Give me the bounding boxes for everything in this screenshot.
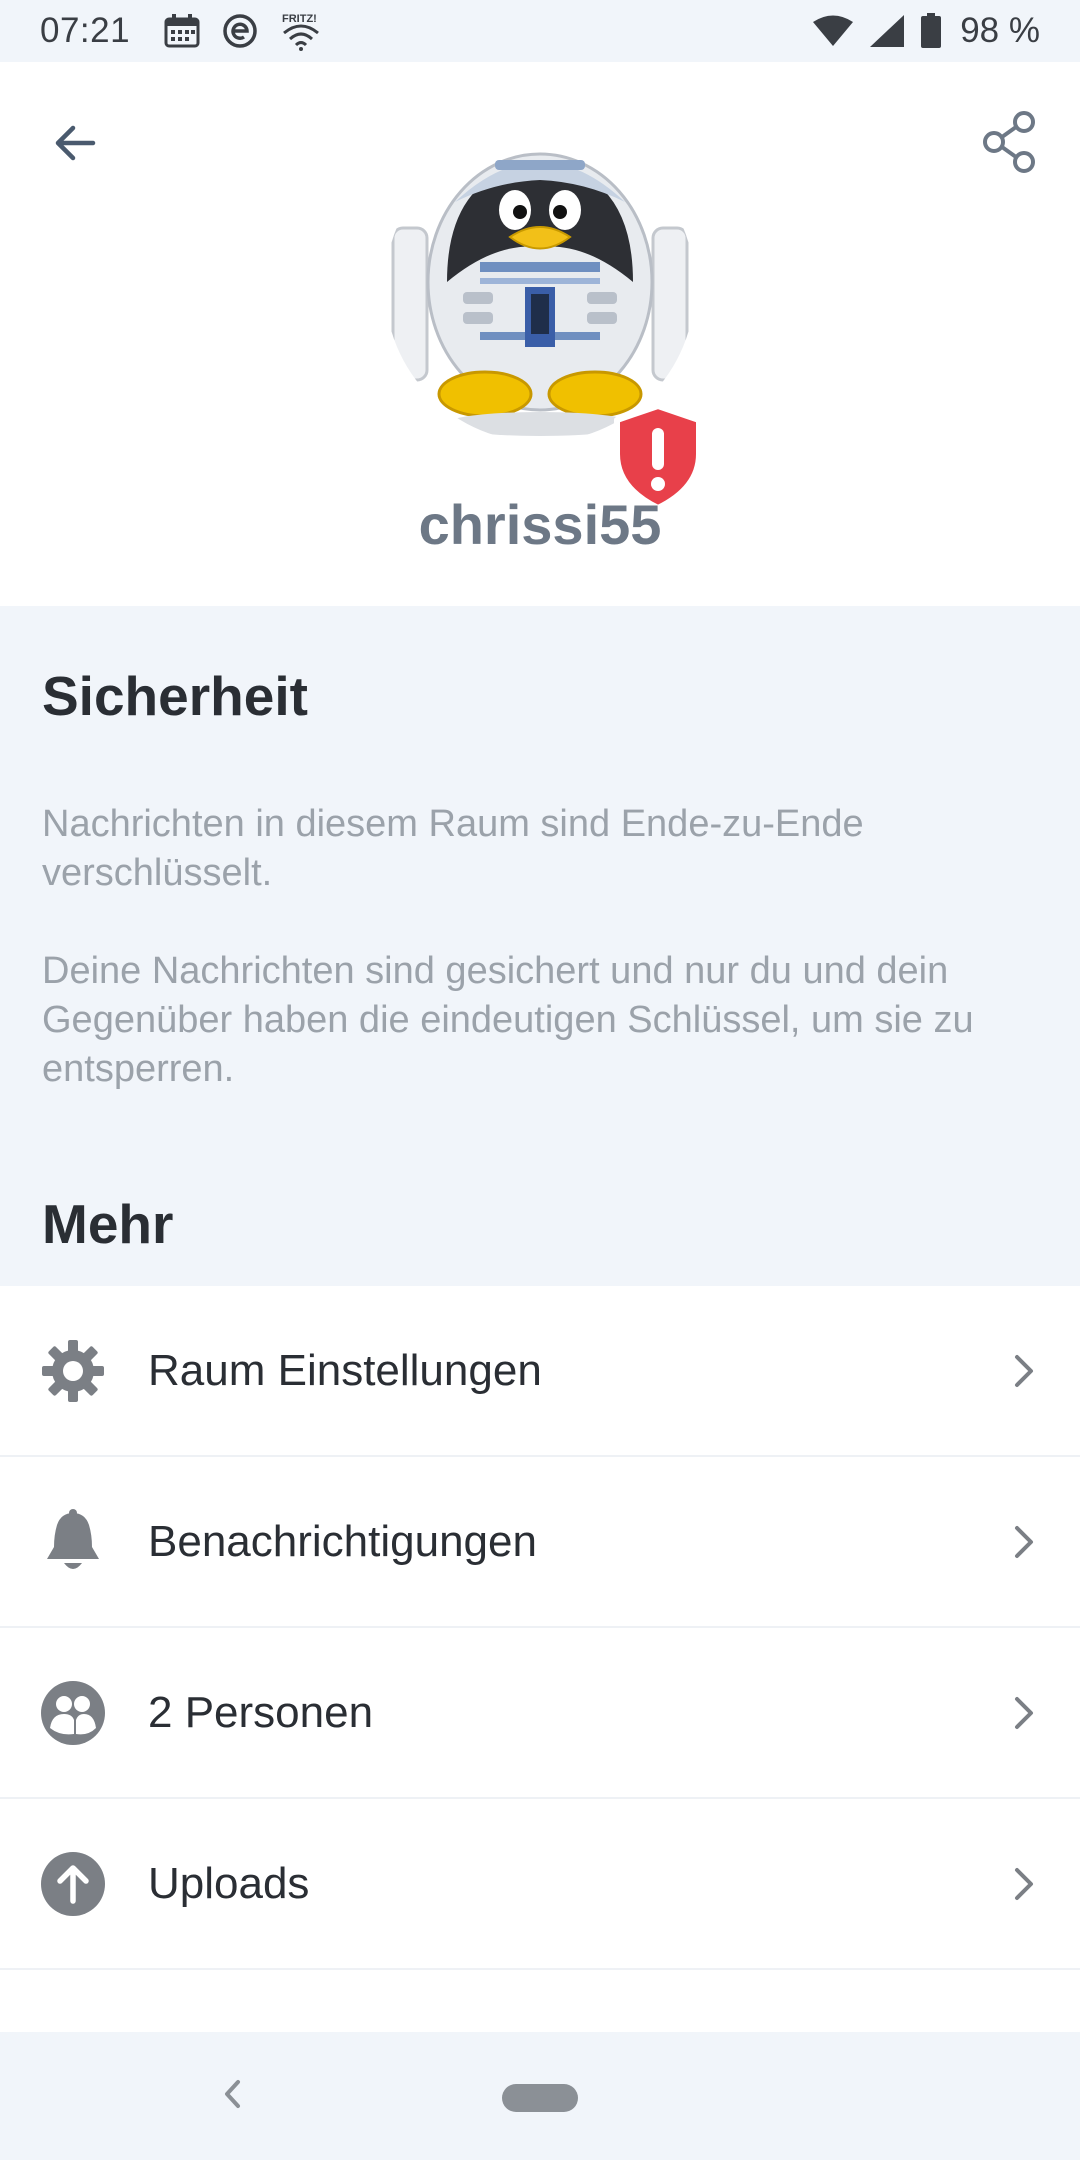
members-label: 2 Personen <box>148 1687 374 1737</box>
avatar-image <box>385 132 695 442</box>
share-button[interactable] <box>970 104 1050 184</box>
chevron-right-icon <box>1006 1864 1042 1904</box>
share-icon <box>980 110 1040 179</box>
back-button[interactable] <box>40 110 110 180</box>
upload-icon <box>40 1851 106 1917</box>
members-item[interactable]: 2 Personen <box>0 1628 1080 1799</box>
nav-home-pill[interactable] <box>502 2084 578 2112</box>
chevron-right-icon <box>1006 1522 1042 1562</box>
bell-icon <box>40 1508 106 1575</box>
calendar-icon <box>164 14 200 48</box>
system-icons: 98 % <box>812 11 1040 51</box>
status-bar: 07:21 FRITZ! 98 % <box>0 0 1080 62</box>
list-spacer <box>0 1970 1080 2032</box>
security-title: Sicherheit <box>42 665 308 727</box>
wifi-icon <box>812 15 854 47</box>
more-list: Raum Einstellungen Benachrichtigungen 2 … <box>0 1286 1080 2032</box>
room-avatar[interactable] <box>385 132 695 442</box>
notifications-item[interactable]: Benachrichtigungen <box>0 1457 1080 1628</box>
chevron-right-icon <box>1006 1351 1042 1391</box>
room-header: chrissi55 <box>0 62 1080 606</box>
chevron-left-icon <box>221 2076 243 2117</box>
nav-back-button[interactable] <box>214 2076 250 2116</box>
uploads-item[interactable]: Uploads <box>0 1799 1080 1970</box>
uploads-label: Uploads <box>148 1858 310 1908</box>
fritz-wifi-icon: FRITZ! <box>280 11 322 51</box>
notification-icons: FRITZ! <box>164 11 322 51</box>
security-text-keys: Deine Nachrichten sind gesichert und nur… <box>42 950 974 1090</box>
screen: 07:21 FRITZ! 98 % chrissi55 Sicherheit N… <box>0 0 1080 2160</box>
room-avatar-container <box>385 132 715 512</box>
people-icon <box>40 1680 106 1746</box>
battery-percentage: 98 % <box>960 11 1040 50</box>
security-text-encrypted: Nachrichten in diesem Raum sind Ende-zu-… <box>42 803 864 894</box>
chevron-right-icon <box>1006 1693 1042 1733</box>
room-settings-label: Raum Einstellungen <box>148 1345 542 1395</box>
battery-icon <box>920 13 942 49</box>
room-name: chrissi55 <box>418 493 662 556</box>
svg-text:FRITZ!: FRITZ! <box>282 13 317 25</box>
room-settings-item[interactable]: Raum Einstellungen <box>0 1286 1080 1457</box>
signal-icon <box>868 14 906 48</box>
notifications-label: Benachrichtigungen <box>148 1516 537 1566</box>
more-title: Mehr <box>42 1193 174 1255</box>
gear-icon <box>40 1338 106 1404</box>
security-section: Sicherheit Nachrichten in diesem Raum si… <box>0 606 1080 1286</box>
e-app-icon <box>222 13 258 49</box>
system-nav-bar <box>0 2034 1080 2160</box>
arrow-left-icon <box>51 119 99 172</box>
status-time: 07:21 <box>40 11 131 50</box>
